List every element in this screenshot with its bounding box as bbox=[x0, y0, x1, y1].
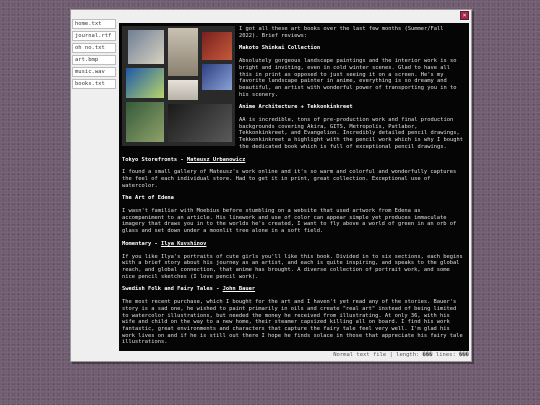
section-title: Swedish Folk and Fairy Tales - bbox=[122, 286, 223, 293]
book-cover-anime-architecture bbox=[168, 28, 198, 76]
author-link[interactable]: Ilya Kuvshinov bbox=[161, 241, 206, 247]
sidebar-item-art[interactable]: art.bmp bbox=[72, 55, 116, 65]
book-cover-red bbox=[202, 32, 232, 60]
text-editor-window: × home.txt journal.rtf oh no.txt art.bmp… bbox=[70, 9, 472, 362]
sidebar-item-music[interactable]: music.wav bbox=[72, 67, 116, 77]
section-heading: Momentary - Ilya Kuvshinov bbox=[122, 241, 466, 248]
book-cover-edena bbox=[126, 68, 164, 98]
sidebar-item-journal[interactable]: journal.rtf bbox=[72, 31, 116, 41]
close-button[interactable]: × bbox=[460, 11, 469, 20]
book-cover-blue bbox=[202, 64, 232, 90]
section-body: I found a small gallery of Mateusz's wor… bbox=[122, 169, 457, 189]
art-books-photo bbox=[122, 26, 235, 146]
section-body: If you like Ilya's portraits of cute gir… bbox=[122, 253, 463, 280]
book-cover-tekkonkinkreet bbox=[168, 104, 232, 142]
section-heading: Tokyo Storefronts - Mateusz Urbanowicz bbox=[122, 157, 466, 164]
sidebar-item-oh-no[interactable]: oh no.txt bbox=[72, 43, 116, 53]
section-body: I wasn't familiar with Moebius before st… bbox=[122, 208, 457, 235]
author-link[interactable]: John Bauer bbox=[223, 286, 255, 292]
sidebar-item-home[interactable]: home.txt bbox=[72, 19, 116, 29]
book-cover-fairy-tales bbox=[126, 102, 164, 142]
sidebar-item-books[interactable]: books.txt bbox=[72, 79, 116, 89]
section-title: Momentary - bbox=[122, 240, 161, 247]
section-heading: Swedish Folk and Fairy Tales - John Baue… bbox=[122, 286, 466, 293]
section-title: Tokyo Storefronts - bbox=[122, 156, 187, 163]
book-cover-shinkai bbox=[128, 30, 164, 64]
status-bar: Normal text file | length: ��� lines: ��… bbox=[333, 352, 469, 358]
title-bar[interactable]: × bbox=[71, 10, 471, 20]
text-content-pane[interactable]: I got all these art books over the last … bbox=[119, 23, 469, 351]
author-link[interactable]: Mateusz Urbanowicz bbox=[187, 157, 245, 163]
file-sidebar: home.txt journal.rtf oh no.txt art.bmp m… bbox=[72, 19, 116, 91]
section-title: The Art of Edena bbox=[122, 195, 174, 202]
section-body: The most recent purchase, which I bought… bbox=[122, 299, 463, 346]
book-cover-white bbox=[168, 80, 198, 100]
